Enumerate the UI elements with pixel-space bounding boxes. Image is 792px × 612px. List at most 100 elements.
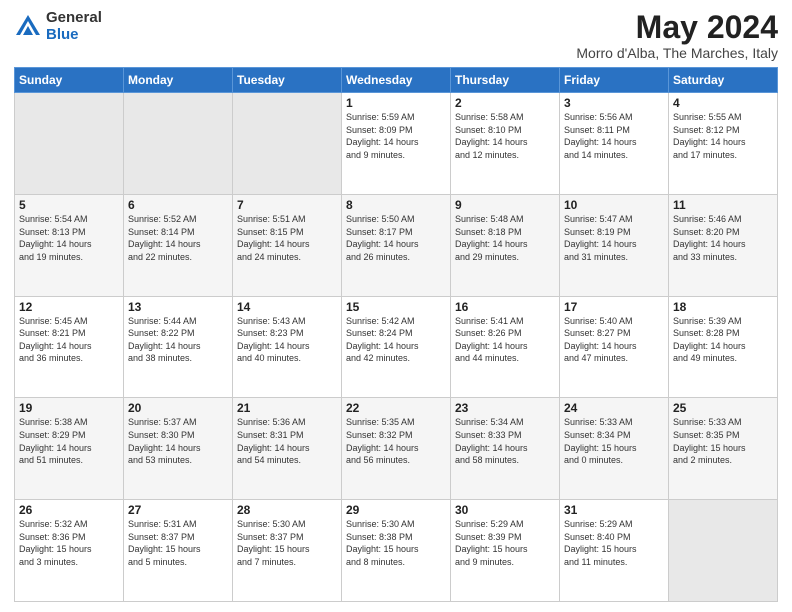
calendar-cell: 11Sunrise: 5:46 AM Sunset: 8:20 PM Dayli… bbox=[669, 194, 778, 296]
day-number: 18 bbox=[673, 300, 773, 314]
calendar-cell: 30Sunrise: 5:29 AM Sunset: 8:39 PM Dayli… bbox=[451, 500, 560, 602]
logo-blue-text: Blue bbox=[46, 27, 102, 44]
calendar-cell: 15Sunrise: 5:42 AM Sunset: 8:24 PM Dayli… bbox=[342, 296, 451, 398]
calendar-cell bbox=[669, 500, 778, 602]
calendar-cell bbox=[233, 93, 342, 195]
day-number: 28 bbox=[237, 503, 337, 517]
header: General Blue May 2024 Morro d'Alba, The … bbox=[14, 10, 778, 61]
calendar-cell: 12Sunrise: 5:45 AM Sunset: 8:21 PM Dayli… bbox=[15, 296, 124, 398]
day-number: 4 bbox=[673, 96, 773, 110]
col-wednesday: Wednesday bbox=[342, 68, 451, 93]
calendar-cell: 21Sunrise: 5:36 AM Sunset: 8:31 PM Dayli… bbox=[233, 398, 342, 500]
calendar-table: Sunday Monday Tuesday Wednesday Thursday… bbox=[14, 67, 778, 602]
day-number: 17 bbox=[564, 300, 664, 314]
day-number: 20 bbox=[128, 401, 228, 415]
col-tuesday: Tuesday bbox=[233, 68, 342, 93]
calendar-cell: 24Sunrise: 5:33 AM Sunset: 8:34 PM Dayli… bbox=[560, 398, 669, 500]
day-number: 22 bbox=[346, 401, 446, 415]
day-info: Sunrise: 5:29 AM Sunset: 8:40 PM Dayligh… bbox=[564, 518, 664, 568]
day-number: 16 bbox=[455, 300, 555, 314]
day-number: 6 bbox=[128, 198, 228, 212]
calendar-week-0: 1Sunrise: 5:59 AM Sunset: 8:09 PM Daylig… bbox=[15, 93, 778, 195]
day-info: Sunrise: 5:33 AM Sunset: 8:35 PM Dayligh… bbox=[673, 416, 773, 466]
title-block: May 2024 Morro d'Alba, The Marches, Ital… bbox=[576, 10, 778, 61]
calendar-cell: 4Sunrise: 5:55 AM Sunset: 8:12 PM Daylig… bbox=[669, 93, 778, 195]
calendar-header-row: Sunday Monday Tuesday Wednesday Thursday… bbox=[15, 68, 778, 93]
day-number: 11 bbox=[673, 198, 773, 212]
day-number: 30 bbox=[455, 503, 555, 517]
day-info: Sunrise: 5:55 AM Sunset: 8:12 PM Dayligh… bbox=[673, 111, 773, 161]
logo: General Blue bbox=[14, 10, 102, 43]
calendar-cell: 6Sunrise: 5:52 AM Sunset: 8:14 PM Daylig… bbox=[124, 194, 233, 296]
day-info: Sunrise: 5:56 AM Sunset: 8:11 PM Dayligh… bbox=[564, 111, 664, 161]
calendar-cell: 29Sunrise: 5:30 AM Sunset: 8:38 PM Dayli… bbox=[342, 500, 451, 602]
day-number: 25 bbox=[673, 401, 773, 415]
day-number: 23 bbox=[455, 401, 555, 415]
day-number: 24 bbox=[564, 401, 664, 415]
calendar-cell: 18Sunrise: 5:39 AM Sunset: 8:28 PM Dayli… bbox=[669, 296, 778, 398]
logo-icon bbox=[14, 13, 42, 41]
calendar-cell: 2Sunrise: 5:58 AM Sunset: 8:10 PM Daylig… bbox=[451, 93, 560, 195]
calendar-cell: 16Sunrise: 5:41 AM Sunset: 8:26 PM Dayli… bbox=[451, 296, 560, 398]
day-info: Sunrise: 5:31 AM Sunset: 8:37 PM Dayligh… bbox=[128, 518, 228, 568]
day-number: 15 bbox=[346, 300, 446, 314]
day-info: Sunrise: 5:33 AM Sunset: 8:34 PM Dayligh… bbox=[564, 416, 664, 466]
col-friday: Friday bbox=[560, 68, 669, 93]
day-number: 21 bbox=[237, 401, 337, 415]
day-number: 2 bbox=[455, 96, 555, 110]
logo-general-text: General bbox=[46, 10, 102, 27]
calendar-cell: 22Sunrise: 5:35 AM Sunset: 8:32 PM Dayli… bbox=[342, 398, 451, 500]
day-info: Sunrise: 5:52 AM Sunset: 8:14 PM Dayligh… bbox=[128, 213, 228, 263]
day-number: 7 bbox=[237, 198, 337, 212]
day-info: Sunrise: 5:40 AM Sunset: 8:27 PM Dayligh… bbox=[564, 315, 664, 365]
day-info: Sunrise: 5:34 AM Sunset: 8:33 PM Dayligh… bbox=[455, 416, 555, 466]
day-number: 12 bbox=[19, 300, 119, 314]
calendar-cell bbox=[124, 93, 233, 195]
calendar-cell: 1Sunrise: 5:59 AM Sunset: 8:09 PM Daylig… bbox=[342, 93, 451, 195]
calendar-cell: 10Sunrise: 5:47 AM Sunset: 8:19 PM Dayli… bbox=[560, 194, 669, 296]
calendar-cell: 17Sunrise: 5:40 AM Sunset: 8:27 PM Dayli… bbox=[560, 296, 669, 398]
title-location: Morro d'Alba, The Marches, Italy bbox=[576, 45, 778, 61]
calendar-cell: 9Sunrise: 5:48 AM Sunset: 8:18 PM Daylig… bbox=[451, 194, 560, 296]
day-info: Sunrise: 5:42 AM Sunset: 8:24 PM Dayligh… bbox=[346, 315, 446, 365]
day-number: 9 bbox=[455, 198, 555, 212]
calendar-week-2: 12Sunrise: 5:45 AM Sunset: 8:21 PM Dayli… bbox=[15, 296, 778, 398]
col-saturday: Saturday bbox=[669, 68, 778, 93]
calendar-cell: 20Sunrise: 5:37 AM Sunset: 8:30 PM Dayli… bbox=[124, 398, 233, 500]
day-info: Sunrise: 5:36 AM Sunset: 8:31 PM Dayligh… bbox=[237, 416, 337, 466]
calendar-cell bbox=[15, 93, 124, 195]
day-number: 13 bbox=[128, 300, 228, 314]
day-info: Sunrise: 5:46 AM Sunset: 8:20 PM Dayligh… bbox=[673, 213, 773, 263]
day-info: Sunrise: 5:32 AM Sunset: 8:36 PM Dayligh… bbox=[19, 518, 119, 568]
day-number: 5 bbox=[19, 198, 119, 212]
day-info: Sunrise: 5:39 AM Sunset: 8:28 PM Dayligh… bbox=[673, 315, 773, 365]
day-info: Sunrise: 5:54 AM Sunset: 8:13 PM Dayligh… bbox=[19, 213, 119, 263]
calendar-cell: 3Sunrise: 5:56 AM Sunset: 8:11 PM Daylig… bbox=[560, 93, 669, 195]
day-info: Sunrise: 5:58 AM Sunset: 8:10 PM Dayligh… bbox=[455, 111, 555, 161]
calendar-week-4: 26Sunrise: 5:32 AM Sunset: 8:36 PM Dayli… bbox=[15, 500, 778, 602]
logo-text: General Blue bbox=[46, 10, 102, 43]
day-info: Sunrise: 5:47 AM Sunset: 8:19 PM Dayligh… bbox=[564, 213, 664, 263]
day-info: Sunrise: 5:44 AM Sunset: 8:22 PM Dayligh… bbox=[128, 315, 228, 365]
day-info: Sunrise: 5:59 AM Sunset: 8:09 PM Dayligh… bbox=[346, 111, 446, 161]
calendar-week-1: 5Sunrise: 5:54 AM Sunset: 8:13 PM Daylig… bbox=[15, 194, 778, 296]
day-info: Sunrise: 5:45 AM Sunset: 8:21 PM Dayligh… bbox=[19, 315, 119, 365]
day-number: 8 bbox=[346, 198, 446, 212]
calendar-cell: 27Sunrise: 5:31 AM Sunset: 8:37 PM Dayli… bbox=[124, 500, 233, 602]
day-number: 10 bbox=[564, 198, 664, 212]
day-info: Sunrise: 5:50 AM Sunset: 8:17 PM Dayligh… bbox=[346, 213, 446, 263]
calendar-cell: 7Sunrise: 5:51 AM Sunset: 8:15 PM Daylig… bbox=[233, 194, 342, 296]
page: General Blue May 2024 Morro d'Alba, The … bbox=[0, 0, 792, 612]
day-number: 27 bbox=[128, 503, 228, 517]
calendar-cell: 14Sunrise: 5:43 AM Sunset: 8:23 PM Dayli… bbox=[233, 296, 342, 398]
calendar-cell: 19Sunrise: 5:38 AM Sunset: 8:29 PM Dayli… bbox=[15, 398, 124, 500]
calendar-cell: 26Sunrise: 5:32 AM Sunset: 8:36 PM Dayli… bbox=[15, 500, 124, 602]
day-number: 31 bbox=[564, 503, 664, 517]
calendar-cell: 5Sunrise: 5:54 AM Sunset: 8:13 PM Daylig… bbox=[15, 194, 124, 296]
day-info: Sunrise: 5:43 AM Sunset: 8:23 PM Dayligh… bbox=[237, 315, 337, 365]
day-number: 1 bbox=[346, 96, 446, 110]
day-info: Sunrise: 5:51 AM Sunset: 8:15 PM Dayligh… bbox=[237, 213, 337, 263]
calendar-cell: 23Sunrise: 5:34 AM Sunset: 8:33 PM Dayli… bbox=[451, 398, 560, 500]
col-monday: Monday bbox=[124, 68, 233, 93]
calendar-cell: 13Sunrise: 5:44 AM Sunset: 8:22 PM Dayli… bbox=[124, 296, 233, 398]
